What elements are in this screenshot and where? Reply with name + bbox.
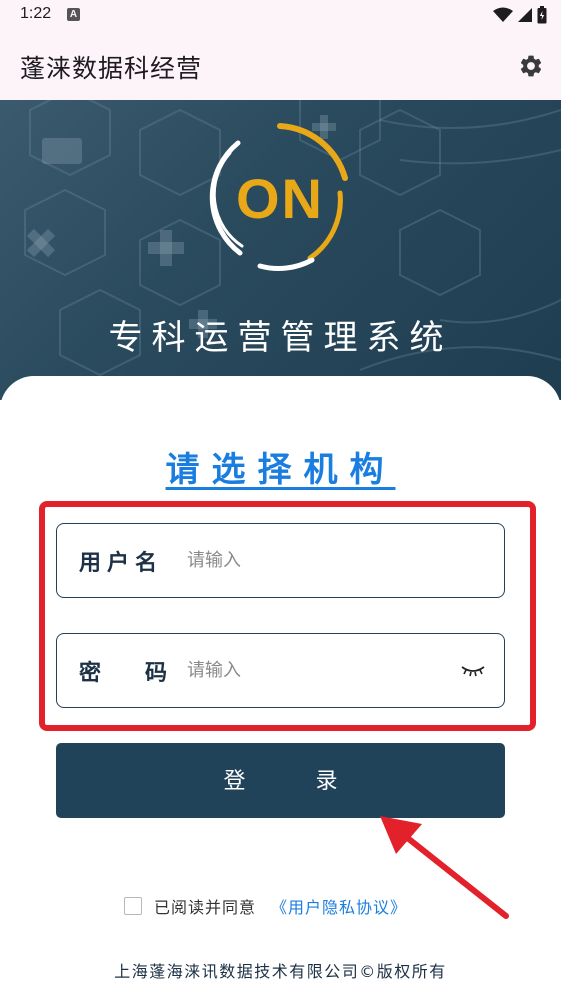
eye-closed-icon[interactable] <box>460 659 486 679</box>
login-button[interactable]: 登录 <box>56 743 505 818</box>
footer-copyright: 上海蓬海涞讯数据技术有限公司©版权所有 <box>114 962 447 981</box>
username-field[interactable]: 用户名 <box>56 523 505 598</box>
password-field[interactable]: 密码 <box>56 633 505 708</box>
agreement-row: 已阅读并同意 <box>124 894 256 918</box>
wifi-icon <box>493 7 513 22</box>
status-time: 1:22 <box>20 5 52 22</box>
username-input[interactable] <box>187 542 447 578</box>
username-label: 用户名 <box>79 551 164 576</box>
agreement-text: 已阅读并同意 <box>154 898 257 917</box>
battery-icon <box>537 6 547 24</box>
gear-icon <box>520 55 542 77</box>
password-input[interactable] <box>187 652 447 688</box>
select-org-link[interactable]: 请选择机构 <box>166 450 396 490</box>
signal-icon <box>518 8 532 22</box>
header-banner: ON 专科运营管理系统 <box>0 100 561 400</box>
app-title: 蓬涞数据科经营 <box>20 54 203 83</box>
status-icons <box>493 6 547 24</box>
settings-button[interactable] <box>515 50 547 82</box>
app-bar: 蓬涞数据科经营 <box>0 32 561 100</box>
privacy-policy-link[interactable]: 《用户隐私协议》 <box>271 894 407 918</box>
notification-a-icon: A <box>67 8 80 21</box>
system-name: 专科运营管理系统 <box>108 318 453 358</box>
status-bar: 1:22 A <box>0 0 561 32</box>
app-logo: ON <box>209 123 348 271</box>
agreement-checkbox[interactable] <box>124 897 142 915</box>
logo-text: ON <box>236 167 324 230</box>
select-org: 请选择机构 <box>0 442 561 491</box>
